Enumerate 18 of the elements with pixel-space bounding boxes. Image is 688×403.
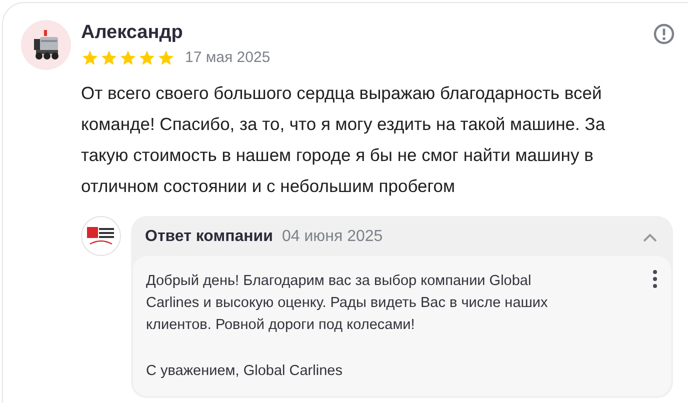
company-logo [81,216,121,256]
star-icon [100,49,118,68]
chevron-icon[interactable] [643,232,657,242]
star-icon [138,49,156,68]
star-icon [119,49,137,68]
info-icon[interactable] [653,23,675,45]
reply-text: Добрый день! Благодарим вас за выбор компании Global Carlines и высокую оценку. Рады видеть Вас в числе наших клиентов. Ровной дороги под колесами! [146,272,549,335]
review-text: От всего своего большого сердца выражаю благодарность всей команде! Спасибо, за то, что я могу ездить на такой машине. За такую стоимость в нашем городе я бы не смог найти машину в отличном состоянии и с небольшим пробегом [81,82,606,198]
more-icon[interactable] [653,270,657,288]
review-date: 17 мая 2025 [185,48,270,68]
reply-header[interactable]: Ответ компании 04 июня 2025 [133,218,671,256]
star-icon [81,49,99,68]
reply-date: 04 июня 2025 [282,227,383,247]
reply-text: С уважением, Global Carlines [146,362,344,381]
author-name[interactable]: Александр [81,21,270,45]
robot-icon [32,30,60,60]
star-icon [157,49,175,68]
reply-title: Ответ компании [145,227,273,247]
